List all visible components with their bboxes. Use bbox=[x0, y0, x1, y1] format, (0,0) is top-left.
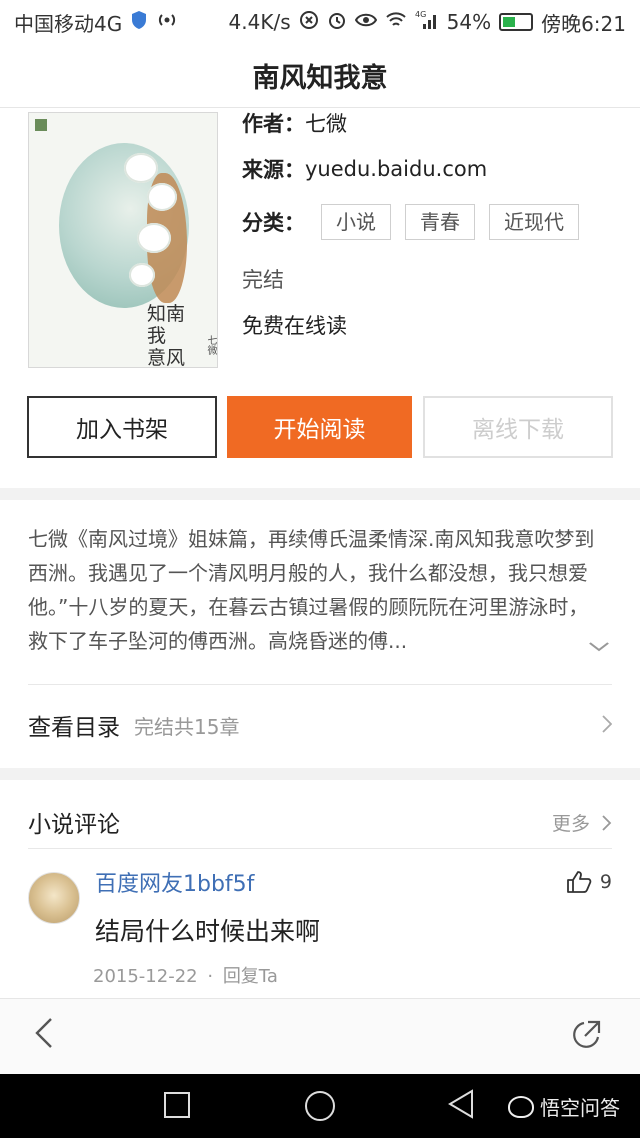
comments-header: 小说评论 更多 bbox=[28, 798, 612, 846]
status-row: 完结 bbox=[242, 264, 284, 294]
reply-link[interactable]: 回复Ta bbox=[223, 966, 278, 987]
completion-status: 完结 bbox=[242, 268, 284, 292]
cover-title-line: 我 bbox=[147, 325, 167, 347]
cover-title-line: 意风 bbox=[147, 347, 186, 368]
book-cover[interactable]: 知南 我 意风 七微 bbox=[28, 112, 218, 368]
offline-download-button[interactable]: 离线下载 bbox=[423, 396, 613, 458]
cover-author: 七微 bbox=[205, 335, 216, 355]
wukong-logo-icon bbox=[508, 1095, 534, 1118]
category-key: 分类： bbox=[242, 211, 305, 235]
cover-title-line: 知南 bbox=[147, 303, 186, 325]
status-bar: 中国移动4G 4.4K/s 4G 54% 傍晚6:21 bbox=[0, 0, 640, 44]
start-reading-button[interactable]: 开始阅读 bbox=[227, 396, 412, 458]
expand-chevron-icon[interactable] bbox=[589, 636, 610, 657]
system-navigation-bar: 悟空问答 bbox=[0, 1074, 640, 1138]
comment-date: 2015-12-22 bbox=[93, 966, 198, 987]
alarm-icon bbox=[327, 10, 347, 35]
hotspot-icon bbox=[156, 10, 178, 35]
price-row: 免费在线读 bbox=[242, 310, 347, 340]
shield-icon bbox=[130, 10, 148, 35]
more-comments-link[interactable]: 更多 bbox=[552, 809, 612, 836]
wifi-icon bbox=[385, 11, 407, 34]
tag-novel[interactable]: 小说 bbox=[321, 204, 391, 240]
bottom-toolbar bbox=[0, 998, 640, 1074]
svg-text:4G: 4G bbox=[415, 10, 426, 19]
comment-username[interactable]: 百度网友1bbf5f bbox=[95, 866, 254, 898]
add-to-shelf-button[interactable]: 加入书架 bbox=[27, 396, 217, 458]
like-button[interactable]: 9 bbox=[566, 870, 612, 894]
battery-percent: 54% bbox=[446, 10, 492, 34]
comment-text: 结局什么时候出来啊 bbox=[95, 917, 321, 946]
watermark-text: 悟空问答 bbox=[540, 1096, 620, 1120]
category-row: 分类： 小说 青春 近现代 bbox=[242, 204, 593, 240]
source-value: yuedu.baidu.com bbox=[305, 157, 488, 181]
back-button[interactable] bbox=[34, 1017, 54, 1058]
watermark: 悟空问答 bbox=[508, 1092, 620, 1121]
cover-title: 知南 我 意风 bbox=[147, 303, 209, 368]
recent-apps-button[interactable] bbox=[164, 1092, 190, 1118]
comment-meta: 2015-12-22 · 回复Ta bbox=[93, 962, 278, 988]
author-value: 七微 bbox=[305, 112, 347, 136]
flower-graphic bbox=[129, 263, 155, 287]
chapter-count: 完结共15章 bbox=[134, 714, 240, 739]
table-of-contents-row[interactable]: 查看目录 完结共15章 bbox=[28, 686, 613, 764]
top-nav-bar: 南风知我意 bbox=[0, 44, 640, 108]
carrier-label: 中国移动4G bbox=[14, 11, 123, 36]
toc-label: 查看目录 bbox=[28, 715, 120, 741]
page-title: 南风知我意 bbox=[252, 63, 388, 94]
tag-modern[interactable]: 近现代 bbox=[489, 204, 579, 240]
source-key: 来源： bbox=[242, 158, 305, 182]
free-read-label: 免费在线读 bbox=[242, 314, 347, 338]
more-label: 更多 bbox=[551, 812, 590, 835]
eye-icon bbox=[354, 12, 377, 33]
divider bbox=[28, 684, 612, 685]
like-count: 9 bbox=[599, 871, 612, 893]
cell-signal-icon: 4G bbox=[415, 10, 439, 35]
author-key: 作者： bbox=[242, 112, 305, 136]
section-divider bbox=[0, 768, 640, 780]
triangle-back-icon bbox=[448, 1089, 473, 1119]
author-row: 作者： 七微 bbox=[242, 108, 347, 138]
flower-graphic bbox=[147, 183, 177, 211]
section-divider bbox=[0, 488, 640, 500]
publisher-badge bbox=[35, 119, 47, 131]
source-row: 来源： yuedu.baidu.com bbox=[242, 154, 487, 184]
chevron-left-icon bbox=[35, 1018, 52, 1048]
thumbs-up-icon bbox=[567, 871, 592, 893]
book-description: 七微《南风过境》姐妹篇，再续傅氏温柔情深.南风知我意吹梦到西洲。我遇见了一个清风… bbox=[28, 527, 595, 653]
flower-graphic bbox=[124, 153, 158, 183]
data-saver-icon bbox=[299, 10, 319, 35]
divider bbox=[28, 848, 612, 849]
battery-icon bbox=[499, 13, 534, 31]
share-button[interactable] bbox=[570, 1019, 602, 1055]
comments-title: 小说评论 bbox=[28, 812, 120, 838]
flower-graphic bbox=[137, 223, 171, 253]
chevron-right-icon bbox=[602, 814, 612, 831]
meta-separator: · bbox=[207, 966, 214, 987]
home-button[interactable] bbox=[305, 1091, 335, 1121]
clock: 傍晚6:21 bbox=[541, 11, 626, 36]
chevron-right-icon bbox=[602, 711, 613, 739]
tag-youth[interactable]: 青春 bbox=[405, 204, 475, 240]
network-speed: 4.4K/s bbox=[228, 10, 291, 34]
avatar[interactable] bbox=[28, 872, 80, 924]
share-icon bbox=[573, 1020, 601, 1048]
system-back-button[interactable] bbox=[446, 1088, 476, 1124]
